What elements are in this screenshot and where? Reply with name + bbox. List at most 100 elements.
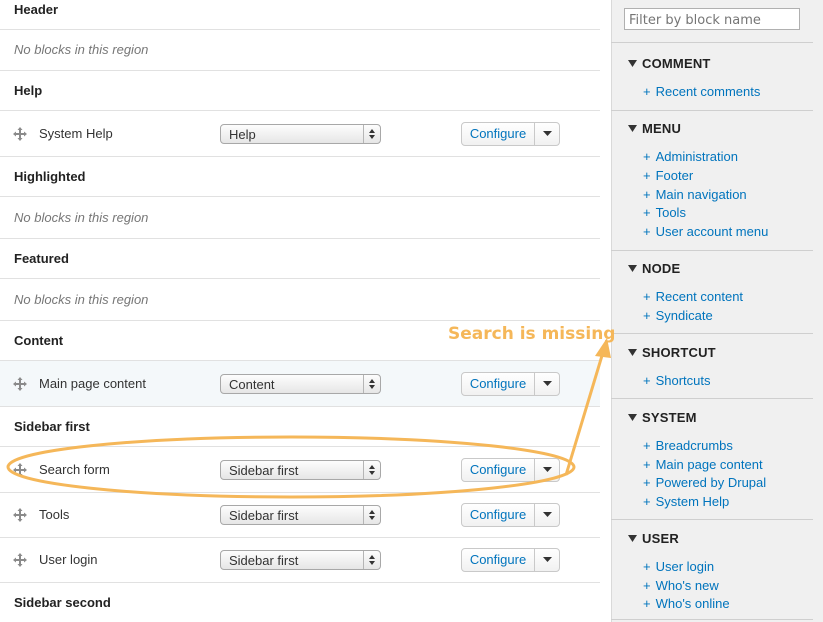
block-name: Search form xyxy=(39,462,110,477)
caret-down-icon xyxy=(543,131,552,136)
region-select-value: Sidebar first xyxy=(229,463,299,478)
place-block-link[interactable]: + Tools xyxy=(643,205,686,220)
plus-icon: + xyxy=(643,187,651,202)
plus-icon: + xyxy=(643,84,651,99)
place-block-link[interactable]: + Recent content xyxy=(643,289,743,304)
link-label: User login xyxy=(655,559,715,574)
link-label: Syndicate xyxy=(655,308,713,323)
block-name: System Help xyxy=(39,126,113,141)
operations-dropdown-toggle[interactable] xyxy=(535,459,559,481)
place-block-link[interactable]: + Who's online xyxy=(643,596,730,611)
divider xyxy=(0,320,600,321)
configure-button[interactable]: Configure xyxy=(462,549,534,571)
category-title: USER xyxy=(642,531,679,546)
category-title: MENU xyxy=(642,121,682,136)
place-block-link[interactable]: + Administration xyxy=(643,149,738,164)
link-label: Main page content xyxy=(655,457,763,472)
category-toggle-comment[interactable]: COMMENT xyxy=(628,56,711,71)
configure-button-group: Configure xyxy=(461,503,560,527)
region-select[interactable]: Content xyxy=(220,374,381,394)
place-block-link[interactable]: + Main navigation xyxy=(643,187,747,202)
select-arrows-icon xyxy=(363,461,380,479)
region-select-value: Sidebar first xyxy=(229,553,299,568)
divider xyxy=(611,398,813,399)
select-arrows-icon xyxy=(363,551,380,569)
operations-dropdown-toggle[interactable] xyxy=(535,123,559,145)
drag-handle-icon[interactable] xyxy=(12,462,28,478)
operations-dropdown-toggle[interactable] xyxy=(535,549,559,571)
place-block-link[interactable]: + Syndicate xyxy=(643,308,713,323)
plus-icon: + xyxy=(643,224,651,239)
link-label: Administration xyxy=(655,149,738,164)
category-toggle-node[interactable]: NODE xyxy=(628,261,680,276)
divider xyxy=(0,238,600,239)
link-label: Tools xyxy=(655,205,686,220)
place-block-link[interactable]: + Footer xyxy=(643,168,693,183)
block-row-main-page-content: Main page content Content Configure xyxy=(0,361,600,406)
place-block-link[interactable]: + System Help xyxy=(643,494,729,509)
filter-blocks-input[interactable] xyxy=(624,8,800,30)
link-label: Recent comments xyxy=(655,84,761,99)
caret-down-icon xyxy=(543,512,552,517)
region-select[interactable]: Sidebar first xyxy=(220,550,381,570)
plus-icon: + xyxy=(643,457,651,472)
category-toggle-shortcut[interactable]: SHORTCUT xyxy=(628,345,716,360)
triangle-down-icon xyxy=(628,125,637,132)
category-toggle-menu[interactable]: MENU xyxy=(628,121,681,136)
divider xyxy=(0,582,600,583)
divider xyxy=(0,537,600,538)
empty-region-message: No blocks in this region xyxy=(14,292,149,307)
divider xyxy=(0,492,600,493)
plus-icon: + xyxy=(643,205,651,220)
divider xyxy=(0,406,600,407)
configure-button-group: Configure xyxy=(461,548,560,572)
link-label: System Help xyxy=(655,494,730,509)
plus-icon: + xyxy=(643,475,651,490)
drag-handle-icon[interactable] xyxy=(12,552,28,568)
region-select-value: Help xyxy=(229,127,256,142)
divider xyxy=(611,42,813,43)
link-label: Recent content xyxy=(655,289,744,304)
divider xyxy=(0,278,600,279)
place-block-link[interactable]: + Main page content xyxy=(643,457,763,472)
divider xyxy=(611,333,813,334)
configure-button[interactable]: Configure xyxy=(462,504,534,526)
place-block-link[interactable]: + Powered by Drupal xyxy=(643,475,766,490)
divider xyxy=(611,250,813,251)
link-label: Breadcrumbs xyxy=(655,438,733,453)
place-block-link[interactable]: + Shortcuts xyxy=(643,373,711,388)
place-block-link[interactable]: + User login xyxy=(643,559,714,574)
divider xyxy=(0,29,600,30)
drag-handle-icon[interactable] xyxy=(12,126,28,142)
category-toggle-system[interactable]: SYSTEM xyxy=(628,410,697,425)
plus-icon: + xyxy=(643,308,651,323)
region-select[interactable]: Sidebar first xyxy=(220,460,381,480)
divider xyxy=(611,519,813,520)
category-toggle-user[interactable]: USER xyxy=(628,531,679,546)
divider xyxy=(0,156,600,157)
plus-icon: + xyxy=(643,578,651,593)
link-label: Shortcuts xyxy=(655,373,711,388)
block-name: User login xyxy=(39,552,98,567)
region-title-featured: Featured xyxy=(14,251,69,266)
region-select-value: Content xyxy=(229,377,275,392)
divider xyxy=(0,110,600,111)
region-select[interactable]: Help xyxy=(220,124,381,144)
place-block-link[interactable]: + Breadcrumbs xyxy=(643,438,733,453)
configure-button[interactable]: Configure xyxy=(462,123,534,145)
drag-handle-icon[interactable] xyxy=(12,376,28,392)
operations-dropdown-toggle[interactable] xyxy=(535,373,559,395)
configure-button[interactable]: Configure xyxy=(462,373,534,395)
configure-button-group: Configure xyxy=(461,122,560,146)
place-block-link[interactable]: + Recent comments xyxy=(643,84,760,99)
drag-handle-icon[interactable] xyxy=(12,507,28,523)
link-label: Footer xyxy=(655,168,694,183)
operations-dropdown-toggle[interactable] xyxy=(535,504,559,526)
place-block-link[interactable]: + User account menu xyxy=(643,224,768,239)
empty-region-message: No blocks in this region xyxy=(14,210,149,225)
triangle-down-icon xyxy=(628,60,637,67)
plus-icon: + xyxy=(643,168,651,183)
configure-button[interactable]: Configure xyxy=(462,459,534,481)
place-block-link[interactable]: + Who's new xyxy=(643,578,719,593)
region-select[interactable]: Sidebar first xyxy=(220,505,381,525)
